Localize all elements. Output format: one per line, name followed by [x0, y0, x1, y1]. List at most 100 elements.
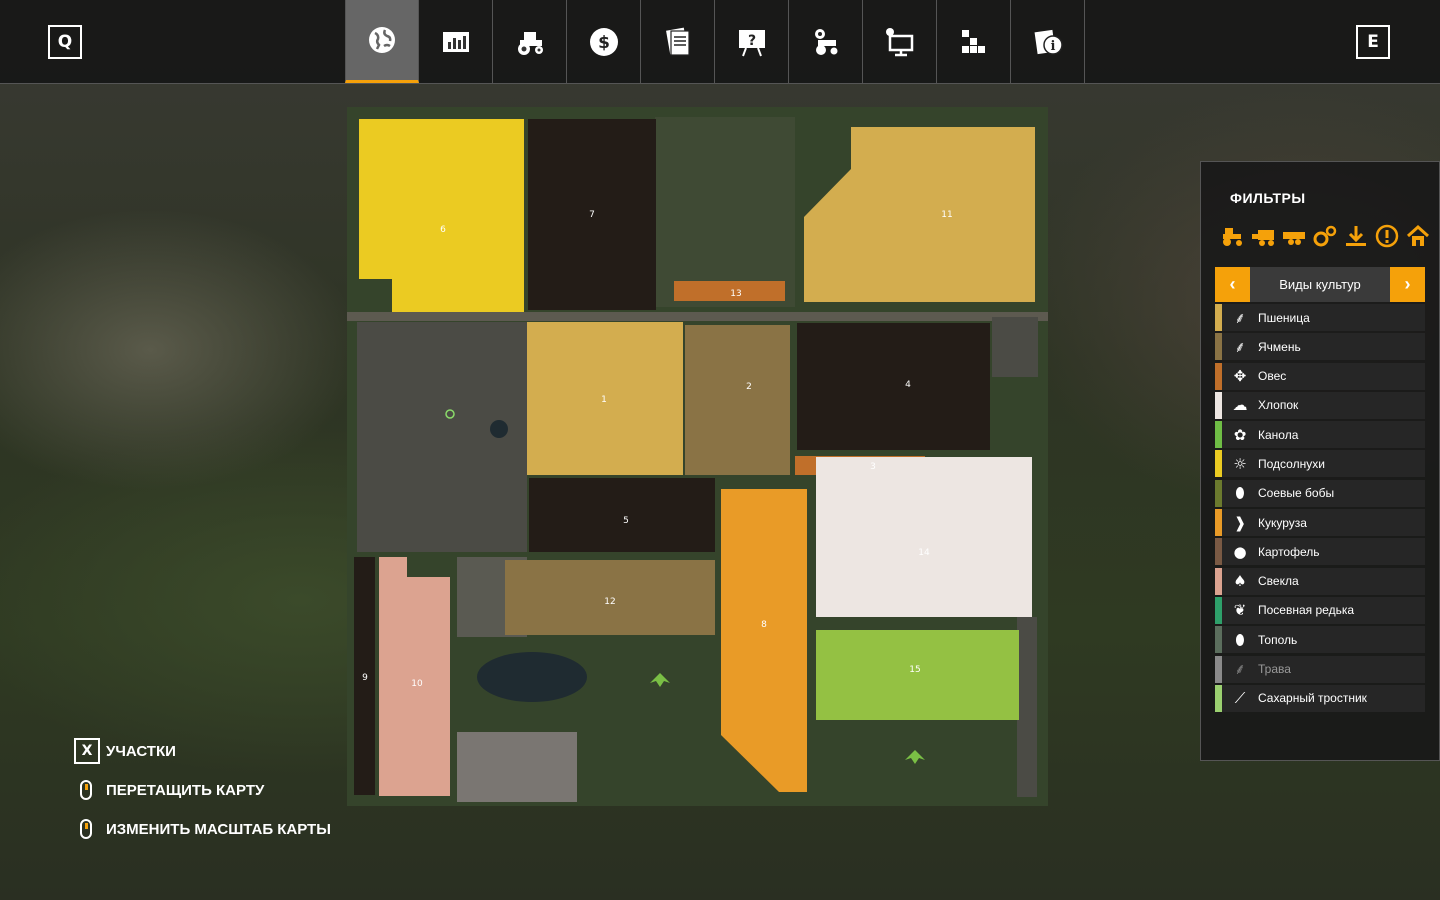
- wheat-icon: ⸙: [1234, 308, 1246, 327]
- field-5[interactable]: [529, 478, 715, 552]
- tab-help[interactable]: ?: [715, 0, 789, 83]
- field-2[interactable]: [685, 325, 790, 475]
- crop-label: Соевые бобы: [1258, 486, 1335, 501]
- building-lot: [457, 732, 577, 802]
- crop-label: Картофель: [1258, 544, 1320, 559]
- field-label-5: 5: [623, 516, 629, 526]
- crop-filter-item[interactable]: ✥ Овес: [1215, 362, 1425, 390]
- hint-zoom-map: ИЗМЕНИТЬ МАСШТАБ КАРТЫ: [80, 819, 331, 839]
- crop-filter-item[interactable]: ☼ Подсолнухи: [1215, 450, 1425, 478]
- hint-drag-map: ПЕРЕТАЩИТЬ КАРТУ: [80, 780, 264, 800]
- prev-page-key-q[interactable]: Q: [48, 25, 82, 59]
- field-label-8: 8: [761, 620, 767, 630]
- barley-icon: ⸙: [1234, 337, 1246, 356]
- globe-icon: [369, 27, 395, 53]
- trailer-icon[interactable]: [1281, 224, 1307, 248]
- next-page-key-e[interactable]: E: [1356, 25, 1390, 59]
- crop-label: Свекла: [1258, 574, 1299, 589]
- beet-icon: ♠: [1233, 572, 1247, 591]
- crop-filter-item[interactable]: ⬮ Соевые бобы: [1215, 479, 1425, 507]
- top-menu-bar: Q $ ? i E: [0, 0, 1440, 84]
- map-canvas[interactable]: 67131112 4351481215910: [347, 107, 1048, 806]
- crop-color-swatch: [1215, 391, 1222, 419]
- crop-filter-item[interactable]: ⸙ Ячмень: [1215, 333, 1425, 361]
- tab-settings[interactable]: [863, 0, 937, 83]
- crop-filter-item[interactable]: ⟋ Сахарный тростник: [1215, 684, 1425, 712]
- tab-map[interactable]: [345, 0, 419, 83]
- sugarcane-icon: ⟋: [1234, 689, 1246, 708]
- tractor-gear-icon: [814, 28, 837, 55]
- crop-filter-item[interactable]: ⸙ Пшеница: [1215, 304, 1425, 331]
- download-icon[interactable]: [1343, 224, 1369, 248]
- crop-filter-item[interactable]: ❱ Кукуруза: [1215, 509, 1425, 537]
- tab-info[interactable]: i: [1011, 0, 1085, 83]
- svg-text:?: ?: [747, 33, 755, 49]
- crop-color-swatch: [1215, 684, 1222, 712]
- field-4[interactable]: [797, 323, 990, 450]
- tractor-icon: [517, 31, 543, 55]
- field-15[interactable]: [816, 630, 1019, 720]
- tools-gear-icon[interactable]: [1312, 224, 1338, 248]
- selector-next-button[interactable]: ›: [1390, 267, 1425, 302]
- pond: [477, 652, 587, 702]
- blocks-icon: [961, 29, 985, 53]
- field-10[interactable]: [379, 557, 450, 796]
- tab-workshop[interactable]: [789, 0, 863, 83]
- selector-prev-button[interactable]: ‹: [1215, 267, 1250, 302]
- field-label-4: 4: [905, 380, 911, 390]
- help-presentation-icon: ?: [738, 29, 765, 56]
- field-label-11: 11: [941, 210, 952, 220]
- crop-color-swatch: [1215, 421, 1222, 449]
- sunflower-icon: ☼: [1233, 454, 1247, 473]
- crop-filter-item[interactable]: ❦ Посевная редька: [1215, 596, 1425, 624]
- alert-icon[interactable]: [1374, 224, 1400, 248]
- tab-contracts[interactable]: [641, 0, 715, 83]
- crop-label: Пшеница: [1258, 310, 1310, 325]
- field-8[interactable]: [721, 489, 807, 792]
- crop-label: Подсолнухи: [1258, 456, 1325, 471]
- filters-title: ФИЛЬТРЫ: [1230, 190, 1306, 206]
- crop-color-swatch: [1215, 567, 1222, 595]
- field-label-7: 7: [589, 210, 595, 220]
- crop-label: Трава: [1258, 662, 1291, 677]
- crop-label: Посевная редька: [1258, 603, 1355, 618]
- menu-tabs: $ ? i: [345, 0, 1085, 83]
- cotton-icon: ☁: [1232, 396, 1248, 415]
- farm-map[interactable]: 6 7 13 11 1 2 4 3 5 14 8 12 15 9 10: [347, 107, 1048, 806]
- crop-label: Тополь: [1258, 632, 1298, 647]
- tab-statistics[interactable]: [419, 0, 493, 83]
- hint-label: ПЕРЕТАЩИТЬ КАРТУ: [106, 781, 265, 799]
- tractor-icon[interactable]: [1219, 224, 1245, 248]
- radish-icon: ❦: [1233, 601, 1247, 620]
- crop-label: Хлопок: [1258, 398, 1299, 413]
- crop-label: Овес: [1258, 369, 1287, 384]
- crop-color-swatch: [1215, 509, 1222, 537]
- potato-icon: ●: [1233, 542, 1247, 561]
- crop-filter-item[interactable]: ⬮ Тополь: [1215, 626, 1425, 654]
- selector-label: Виды культур: [1279, 277, 1361, 292]
- crop-filter-item[interactable]: ● Картофель: [1215, 538, 1425, 566]
- field-14[interactable]: [816, 457, 1032, 617]
- home-icon[interactable]: [1405, 224, 1431, 248]
- harvester-icon[interactable]: [1250, 224, 1276, 248]
- grass-icon: ⸙: [1234, 660, 1246, 679]
- key-x[interactable]: X: [74, 738, 100, 764]
- tab-vehicles[interactable]: [493, 0, 567, 83]
- tab-finances[interactable]: $: [567, 0, 641, 83]
- crop-filter-item[interactable]: ☁ Хлопок: [1215, 391, 1425, 419]
- corn-icon: ❱: [1233, 513, 1247, 532]
- crop-filter-item[interactable]: ⸙ Трава: [1215, 655, 1425, 683]
- tab-production[interactable]: [937, 0, 1011, 83]
- info-icon: i: [1034, 29, 1063, 55]
- crop-label: Сахарный тростник: [1258, 691, 1367, 706]
- field-label-15: 15: [909, 665, 920, 675]
- crop-label: Кукуруза: [1258, 515, 1307, 530]
- hint-toggle-fields: X УЧАСТКИ: [74, 738, 176, 764]
- canola-icon: ✿: [1233, 425, 1247, 444]
- svg-text:$: $: [598, 33, 610, 53]
- stats-chart-icon: [442, 31, 469, 52]
- crop-filter-item[interactable]: ✿ Канола: [1215, 421, 1425, 449]
- crop-color-swatch: [1215, 538, 1222, 566]
- contracts-icon: [665, 27, 690, 56]
- crop-filter-item[interactable]: ♠ Свекла: [1215, 567, 1425, 595]
